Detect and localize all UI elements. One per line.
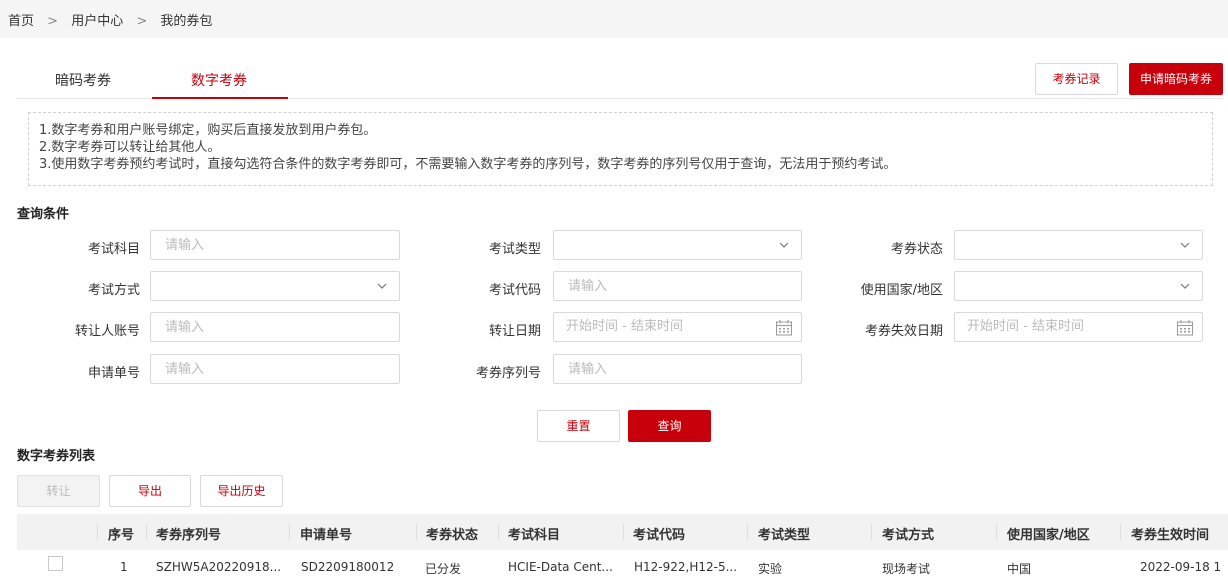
cell-effective: 2022-09-18 1 [1140, 560, 1222, 574]
voucher-list-title: 数字考券列表 [17, 449, 96, 464]
voucher-status-label: 考券状态 [890, 242, 943, 257]
column-header-subject: 考试科目 [508, 528, 561, 543]
breadcrumb-separator: > [136, 14, 148, 29]
export-history-button[interactable]: 导出历史 [200, 475, 283, 507]
cell-type: 实验 [758, 562, 783, 576]
cell-method: 现场考试 [882, 562, 931, 576]
voucher-status-select[interactable] [954, 230, 1203, 260]
apply-blind-voucher-button[interactable]: 申请暗码考券 [1129, 63, 1223, 95]
column-header-code: 考试代码 [633, 528, 686, 543]
column-divider [498, 524, 499, 540]
cell-serial: SZHW5A20220918... [156, 560, 282, 574]
expiry-date-label: 考券失效日期 [864, 324, 943, 339]
apply-no-field[interactable] [150, 354, 400, 384]
voucher-record-button[interactable]: 考券记录 [1035, 63, 1118, 95]
column-header-method: 考试方式 [882, 528, 935, 543]
table-header: 序号 考券序列号 申请单号 考券状态 考试科目 考试代码 考试类型 考试方式 使… [17, 514, 1228, 550]
cell-code: H12-922,H12-5... [634, 560, 738, 574]
query-section-title: 查询条件 [17, 207, 70, 222]
notice-line: 2.数字考券可以转让给其他人。 [39, 140, 221, 155]
transfer-date-placeholder: 开始时间 - 结束时间 [566, 319, 683, 334]
cell-index: 1 [120, 560, 128, 574]
chevron-down-icon [1180, 242, 1190, 248]
cell-country: 中国 [1007, 562, 1032, 576]
exam-type-label: 考试类型 [488, 242, 541, 257]
subject-input[interactable] [165, 231, 399, 259]
column-header-effective: 考券生效时间 [1131, 528, 1210, 543]
column-divider [871, 524, 872, 540]
export-button[interactable]: 导出 [109, 475, 191, 507]
serial-no-label: 考券序列号 [475, 366, 541, 381]
tab-blind-voucher[interactable]: 暗码考券 [55, 70, 111, 90]
exam-type-select[interactable] [553, 230, 802, 260]
exam-method-label: 考试方式 [87, 283, 140, 298]
calendar-icon [776, 320, 792, 336]
transfer-date-label: 转让日期 [488, 324, 541, 339]
serial-no-field[interactable] [553, 354, 802, 384]
transferee-label: 转让人账号 [74, 324, 140, 339]
country-label: 使用国家/地区 [860, 283, 943, 298]
column-header-status: 考券状态 [426, 528, 479, 543]
column-divider [996, 524, 997, 540]
subject-label: 考试科目 [87, 242, 140, 257]
cell-status: 已分发 [425, 562, 462, 576]
chevron-down-icon [377, 283, 387, 289]
exam-code-field[interactable] [553, 271, 802, 301]
notice-line: 3.使用数字考券预约考试时，直接勾选符合条件的数字考券即可，不需要输入数字考券的… [39, 157, 897, 172]
notice-line: 1.数字考券和用户账号绑定，购买后直接发放到用户券包。 [39, 123, 377, 138]
column-divider [416, 524, 417, 540]
apply-no-label: 申请单号 [87, 366, 140, 381]
notice-box: 1.数字考券和用户账号绑定，购买后直接发放到用户券包。 2.数字考券可以转让给其… [28, 112, 1213, 186]
column-header-index: 序号 [108, 528, 135, 543]
column-divider [146, 524, 147, 540]
breadcrumb: 首页 > 用户中心 > 我的券包 [8, 10, 212, 29]
breadcrumb-home[interactable]: 首页 [8, 14, 34, 29]
column-divider [97, 524, 98, 540]
breadcrumb-current: 我的券包 [160, 14, 213, 29]
column-divider [289, 524, 290, 540]
serial-no-input[interactable] [568, 355, 801, 383]
search-button[interactable]: 查询 [628, 410, 711, 442]
row-checkbox[interactable] [48, 556, 63, 571]
column-divider [623, 524, 624, 540]
expiry-date-picker[interactable]: 开始时间 - 结束时间 [954, 312, 1203, 342]
apply-no-input[interactable] [165, 355, 399, 383]
calendar-icon [1177, 320, 1193, 336]
transferee-input[interactable] [165, 313, 399, 341]
column-header-country: 使用国家/地区 [1007, 528, 1090, 543]
column-divider [747, 524, 748, 540]
subject-field[interactable] [150, 230, 400, 260]
tab-digital-voucher[interactable]: 数字考券 [191, 70, 247, 90]
column-header-apply-no: 申请单号 [300, 528, 353, 543]
transferee-field[interactable] [150, 312, 400, 342]
country-select[interactable] [954, 271, 1203, 301]
chevron-down-icon [1180, 283, 1190, 289]
exam-code-label: 考试代码 [488, 283, 541, 298]
active-tab-indicator [152, 97, 288, 99]
chevron-down-icon [779, 242, 789, 248]
breadcrumb-separator: > [47, 14, 59, 29]
reset-button[interactable]: 重置 [537, 410, 620, 442]
column-header-type: 考试类型 [758, 528, 811, 543]
transfer-date-picker[interactable]: 开始时间 - 结束时间 [553, 312, 802, 342]
column-divider [1120, 524, 1121, 540]
cell-apply-no: SD2209180012 [301, 560, 395, 574]
exam-code-input[interactable] [568, 272, 801, 300]
exam-method-select[interactable] [150, 271, 400, 301]
column-header-serial: 考券序列号 [156, 528, 222, 543]
transfer-button[interactable]: 转让 [17, 475, 100, 507]
cell-subject: HCIE-Data Cent... [508, 560, 613, 574]
breadcrumb-bar: 首页 > 用户中心 > 我的券包 [0, 0, 1228, 38]
expiry-date-placeholder: 开始时间 - 结束时间 [967, 319, 1084, 334]
breadcrumb-user-center[interactable]: 用户中心 [71, 14, 123, 29]
